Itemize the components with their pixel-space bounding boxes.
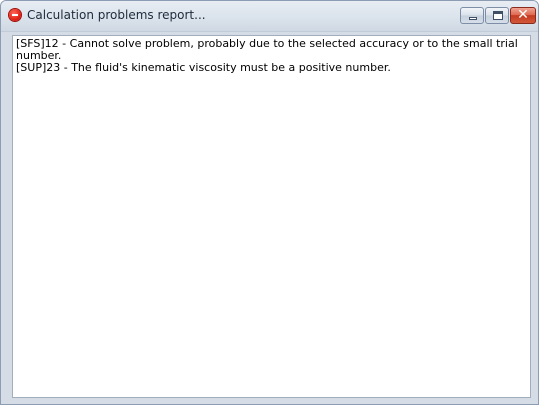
report-text-area[interactable]: [SFS]12 - Cannot solve problem, probably… (12, 35, 531, 398)
report-line: [SFS]12 - Cannot solve problem, probably… (16, 37, 522, 62)
maximize-button[interactable] (485, 7, 509, 24)
report-window: Calculation problems report... ✕ [SFS]12… (0, 0, 539, 405)
maximize-icon (493, 11, 503, 20)
error-stop-icon (9, 9, 21, 21)
minimize-icon (469, 17, 477, 20)
window-body: [SFS]12 - Cannot solve problem, probably… (8, 32, 531, 398)
minimize-button[interactable] (460, 7, 484, 24)
close-icon: ✕ (517, 7, 529, 23)
window-title: Calculation problems report... (27, 8, 206, 22)
close-button[interactable]: ✕ (510, 7, 536, 24)
report-line: [SUP]23 - The fluid's kinematic viscosit… (16, 61, 391, 74)
title-bar[interactable]: Calculation problems report... ✕ (1, 1, 538, 32)
